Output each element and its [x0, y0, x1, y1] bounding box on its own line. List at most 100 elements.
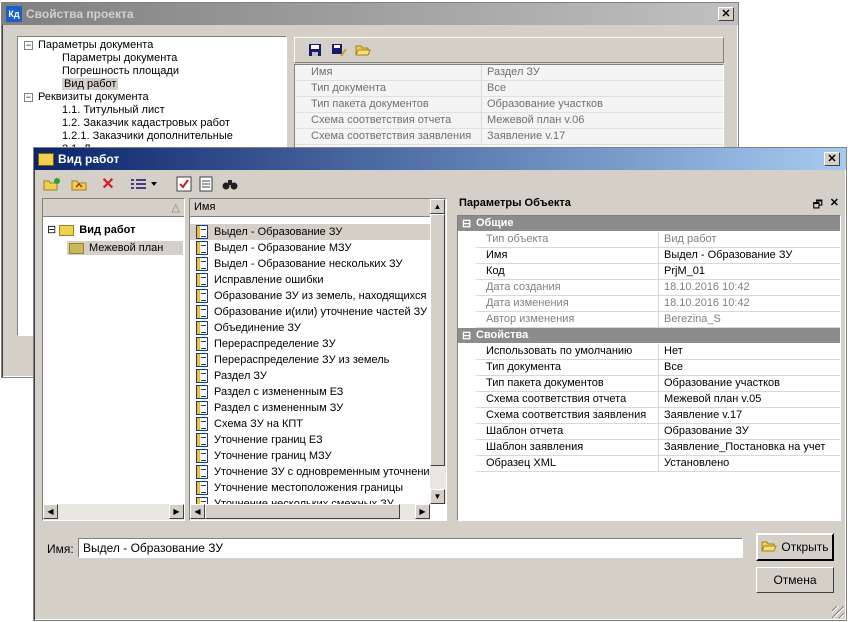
bg-tree-item[interactable]: − Реквизиты документа	[24, 91, 149, 103]
property-value: Вид работ	[664, 233, 717, 245]
list-item[interactable]: Выдел - Образование нескольких ЗУ	[190, 256, 430, 272]
property-value: 18.10.2016 10:42	[664, 297, 750, 309]
bg-tree-item[interactable]: 1.2. Заказчик кадастровых работ	[62, 117, 230, 129]
scroll-right-icon[interactable]: ▶	[169, 504, 184, 519]
bg-tree-item[interactable]: Параметры документа	[62, 52, 177, 64]
property-row[interactable]: Использовать по умолчанию Нет	[458, 344, 840, 360]
property-value: Заявление_Постановка на учет	[664, 441, 826, 453]
name-input[interactable]: Выдел - Образование ЗУ	[78, 538, 743, 558]
list-item[interactable]: Раздел с измененным ЗУ	[190, 400, 430, 416]
tree-expander-icon[interactable]: −	[24, 93, 33, 102]
property-row[interactable]: Шаблон отчета Образование ЗУ	[458, 424, 840, 440]
list-vscrollbar[interactable]: ▲ ▼	[430, 199, 446, 504]
collapse-icon[interactable]: ⊟	[462, 329, 471, 342]
save-icon[interactable]	[305, 40, 325, 60]
bg-grid-row[interactable]: Схема соответствия заявления Заявление v.…	[295, 129, 723, 145]
delete-icon[interactable]: ✕	[98, 174, 118, 194]
list-item[interactable]: Выдел - Образование МЗУ	[190, 240, 430, 256]
document-icon[interactable]	[196, 174, 216, 194]
view-list-icon[interactable]	[128, 174, 162, 194]
property-row[interactable]: Дата изменения 18.10.2016 10:42	[458, 296, 840, 312]
binoculars-icon[interactable]	[220, 174, 240, 194]
collapse-icon[interactable]: ⊟	[462, 217, 471, 230]
list-item[interactable]: Уточнение нескольких смежных ЗУ	[190, 496, 430, 504]
properties-grid[interactable]: ⊟ Общие Тип объекта Вид работ Имя Выдел - Обр…	[457, 215, 841, 521]
bg-tree-item[interactable]: − Параметры документа	[24, 39, 153, 51]
list-header[interactable]: Имя	[190, 199, 430, 217]
document-icon	[196, 465, 208, 479]
save-edit-icon[interactable]	[329, 40, 349, 60]
property-row[interactable]: Дата создания 18.10.2016 10:42	[458, 280, 840, 296]
open-folder-icon[interactable]	[353, 40, 373, 60]
list-item[interactable]: Образование и(или) уточнение частей ЗУ	[190, 304, 430, 320]
tree-sort-header[interactable]: △	[43, 199, 184, 217]
restore-icon[interactable]: 🗗	[813, 196, 823, 215]
list-item[interactable]: Выдел - Образование ЗУ	[190, 224, 430, 240]
project-properties-titlebar: Кд Свойства проекта	[2, 3, 738, 25]
bg-grid-row[interactable]: Имя Раздел ЗУ	[295, 65, 723, 81]
scroll-right-icon[interactable]: ▶	[415, 504, 430, 519]
property-row[interactable]: Тип объекта Вид работ	[458, 232, 840, 248]
list-hscrollbar[interactable]: ◀ ▶	[190, 504, 430, 520]
list-item[interactable]: Уточнение границ ЕЗ	[190, 432, 430, 448]
list-item[interactable]: Схема ЗУ на КПТ	[190, 416, 430, 432]
tree-expander-icon[interactable]: −	[24, 41, 33, 50]
property-row[interactable]: Имя Выдел - Образование ЗУ	[458, 248, 840, 264]
property-row[interactable]: Схема соответствия отчета Межевой план v.…	[458, 392, 840, 408]
bg-tree-item[interactable]: Погрешность площади	[62, 65, 179, 77]
bg-tree-item[interactable]: 1.2.1. Заказчики дополнительные	[62, 130, 233, 142]
bg-grid-row[interactable]: Схема соответствия отчета Межевой план v.…	[295, 113, 723, 129]
category-properties[interactable]: ⊟ Свойства	[458, 328, 840, 343]
bg-grid-row[interactable]: Тип документа Все	[295, 81, 723, 97]
list-item[interactable]: Раздел с измененным ЕЗ	[190, 384, 430, 400]
hscroll-thumb[interactable]	[205, 504, 400, 519]
bg-tree-item[interactable]: 1.1. Титульный лист	[62, 104, 165, 116]
property-value: Нет	[664, 345, 683, 357]
folder-up-icon[interactable]	[70, 174, 90, 194]
work-type-tree[interactable]: △ ⊟ Вид работ Межевой план ◀ ▶	[42, 198, 185, 521]
scroll-down-icon[interactable]: ▼	[430, 489, 445, 504]
list-item[interactable]: Образование ЗУ из земель, находящихся	[190, 288, 430, 304]
list-item[interactable]: Исправление ошибки	[190, 272, 430, 288]
add-folder-icon[interactable]	[42, 174, 62, 194]
property-row[interactable]: Код PrjM_01	[458, 264, 840, 280]
scroll-up-icon[interactable]: ▲	[430, 199, 445, 214]
property-row[interactable]: Образец XML Установлено	[458, 456, 840, 472]
list-item[interactable]: Уточнение ЗУ с одновременным уточнени	[190, 464, 430, 480]
property-row[interactable]: Тип документа Все	[458, 360, 840, 376]
folder-icon	[69, 242, 84, 254]
property-row[interactable]: Тип пакета документов Образование участко…	[458, 376, 840, 392]
checkbox-icon[interactable]	[174, 174, 194, 194]
property-value: 18.10.2016 10:42	[664, 281, 750, 293]
tree-child-node[interactable]: Межевой план	[67, 241, 183, 255]
property-value: Berezina_S	[664, 313, 721, 325]
close-icon[interactable]: ✕	[830, 196, 839, 209]
scroll-left-icon[interactable]: ◀	[190, 504, 205, 519]
list-item[interactable]: Перераспределение ЗУ	[190, 336, 430, 352]
bg-grid-row[interactable]: Тип пакета документов Образование участко…	[295, 97, 723, 113]
tree-root-node[interactable]: ⊟ Вид работ	[47, 223, 136, 236]
property-row[interactable]: Автор изменения Berezina_S	[458, 312, 840, 328]
list-item[interactable]: Объединение ЗУ	[190, 320, 430, 336]
property-value: Образование участков	[664, 377, 781, 389]
open-button[interactable]: Открыть	[756, 533, 834, 561]
scroll-left-icon[interactable]: ◀	[43, 504, 58, 519]
property-key: Код	[486, 265, 505, 277]
dialog-close-button[interactable]: ✕	[824, 152, 840, 166]
list-item[interactable]: Уточнение местоположения границы	[190, 480, 430, 496]
list-item[interactable]: Перераспределение ЗУ из земель	[190, 352, 430, 368]
resize-grip-icon[interactable]	[832, 606, 844, 618]
property-row[interactable]: Шаблон заявления Заявление_Постановка на …	[458, 440, 840, 456]
close-button[interactable]: ✕	[718, 7, 734, 21]
list-item[interactable]: Раздел ЗУ	[190, 368, 430, 384]
property-row[interactable]: Схема соответствия заявления Заявление v.…	[458, 408, 840, 424]
bg-tree-item[interactable]: Вид работ	[62, 78, 119, 90]
tree-hscrollbar[interactable]: ◀ ▶	[43, 504, 184, 520]
scroll-thumb[interactable]	[430, 214, 445, 466]
category-general[interactable]: ⊟ Общие	[458, 216, 840, 231]
list-item[interactable]: Уточнение границ МЗУ	[190, 448, 430, 464]
cancel-button[interactable]: Отмена	[756, 567, 834, 593]
document-icon	[196, 481, 208, 495]
work-type-list[interactable]: Имя Выдел - Образование ЗУ Выдел - Образо…	[189, 198, 447, 521]
document-properties-grid: Имя Раздел ЗУ Тип документа Все Тип пакета д…	[294, 64, 724, 154]
